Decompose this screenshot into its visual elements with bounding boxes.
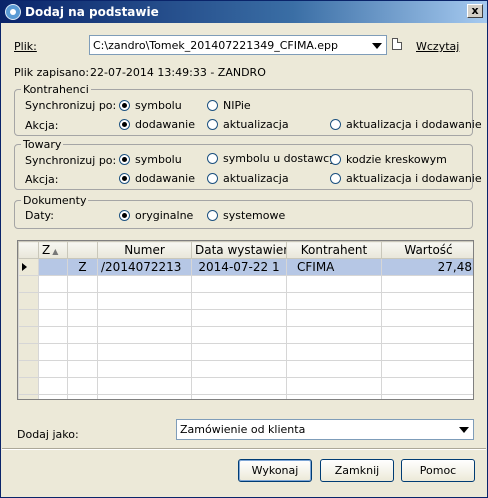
table-row-empty [18, 326, 473, 344]
grid-header-indicator [18, 241, 39, 259]
table-row-empty [18, 343, 473, 361]
cell-kontrahent: CFIMA [286, 258, 382, 276]
add-as-value: Zamówienie od klienta [180, 423, 306, 436]
table-row-empty [18, 309, 473, 327]
kontrahenci-sync-nip-radio[interactable]: NIPie [207, 99, 251, 112]
row-pointer-icon [22, 263, 27, 271]
kontrahenci-action-add-radio[interactable]: dodawanie [119, 118, 195, 131]
radio-dot-icon [207, 153, 218, 164]
cell-empty [38, 258, 68, 276]
app-icon [5, 4, 21, 20]
grid-header-blank[interactable] [67, 241, 98, 259]
cell-wartosc: 27,48 [381, 258, 473, 276]
close-window-button[interactable]: x [467, 4, 483, 18]
add-as-select[interactable]: Zamówienie od klienta [176, 419, 474, 440]
kontrahenci-sync-symbol-radio[interactable]: symbolu [119, 99, 182, 112]
close-button[interactable]: Zamknij [320, 459, 394, 482]
radio-dot-icon [119, 154, 130, 165]
cell-numer: /2014072213 [97, 258, 192, 276]
towary-action-add-radio[interactable]: dodawanie [119, 172, 195, 185]
kontrahenci-action-both-radio[interactable]: aktualizacja i dodawanie [330, 118, 482, 131]
towary-sync-supplier-symbol-radio[interactable]: symbolu u dostawcy [207, 152, 336, 165]
file-path-value: C:\zandro\Tomek_201407221349_CFIMA.epp [93, 39, 338, 52]
row-indicator [18, 258, 39, 276]
radio-dot-icon [330, 173, 341, 184]
file-path-combo[interactable]: C:\zandro\Tomek_201407221349_CFIMA.epp [89, 35, 387, 55]
towary-sync-barcode-radio[interactable]: kodzie kreskowym [330, 153, 447, 166]
dates-label: Daty: [25, 209, 54, 222]
add-as-label: Dodaj jako: [17, 428, 79, 441]
kontrahenci-legend: Kontrahenci [23, 83, 89, 96]
dates-original-radio[interactable]: oryginalne [119, 209, 193, 222]
documents-grid[interactable]: Z ▲ Numer Data wystawien Kontrahent Warto… [17, 240, 474, 400]
kontrahenci-action-update-radio[interactable]: aktualizacja [207, 118, 289, 131]
sort-asc-icon: ▲ [52, 247, 59, 256]
radio-dot-icon [119, 210, 130, 221]
radio-dot-icon [330, 119, 341, 130]
radio-dot-icon [207, 210, 218, 221]
grid-header-numer[interactable]: Numer [97, 241, 192, 259]
window-title: Dodaj na podstawie [25, 5, 159, 19]
dokumenty-legend: Dokumenty [23, 194, 87, 207]
radio-dot-icon [207, 173, 218, 184]
file-label: Plik: [14, 40, 37, 53]
grid-header-wartosc[interactable]: Wartość [381, 241, 473, 259]
table-row-empty [18, 292, 473, 310]
saved-value: 22-07-2014 13:49:33 - ZANDRO [90, 66, 266, 79]
towary-sync-label: Synchronizuj po: [25, 154, 117, 167]
title-bar[interactable]: Dodaj na podstawie x [1, 1, 487, 23]
table-row-empty [18, 275, 473, 293]
load-link[interactable]: Wczytaj [416, 40, 459, 53]
towary-legend: Towary [23, 138, 62, 151]
towary-action-label: Akcja: [25, 173, 59, 186]
chevron-down-icon[interactable] [372, 43, 382, 49]
radio-dot-icon [330, 154, 341, 165]
radio-dot-icon [207, 119, 218, 130]
towary-action-both-radio[interactable]: aktualizacja i dodawanie [330, 172, 482, 185]
grid-header-row: Z ▲ Numer Data wystawien Kontrahent Warto… [18, 241, 473, 259]
kontrahenci-action-label: Akcja: [25, 119, 59, 132]
dates-system-radio[interactable]: systemowe [207, 209, 285, 222]
cell-z: Z [67, 258, 98, 276]
grid-header-data[interactable]: Data wystawien [191, 241, 287, 259]
divider [2, 448, 486, 450]
radio-dot-icon [119, 100, 130, 111]
radio-dot-icon [119, 119, 130, 130]
cell-data: 2014-07-22 1 [191, 258, 287, 276]
saved-label: Plik zapisano: [14, 66, 90, 79]
radio-dot-icon [119, 173, 130, 184]
table-row-empty [18, 394, 473, 399]
table-row-empty [18, 377, 473, 395]
chevron-down-icon[interactable] [459, 427, 469, 433]
document-icon[interactable] [392, 38, 402, 50]
grid-header-z[interactable]: Z ▲ [38, 241, 68, 259]
dialog-window: Dodaj na podstawie x Plik: C:\zandro\Tom… [0, 0, 488, 498]
table-row-empty [18, 360, 473, 378]
grid-header-kontrahent[interactable]: Kontrahent [286, 241, 382, 259]
radio-dot-icon [207, 100, 218, 111]
towary-action-update-radio[interactable]: aktualizacja [207, 172, 289, 185]
help-button[interactable]: Pomoc [401, 459, 475, 482]
table-row[interactable]: Z /2014072213 2014-07-22 1 CFIMA 27,48 [18, 258, 473, 276]
execute-button[interactable]: Wykonaj [238, 459, 312, 482]
towary-sync-symbol-radio[interactable]: symbolu [119, 153, 182, 166]
kontrahenci-sync-label: Synchronizuj po: [25, 99, 117, 112]
